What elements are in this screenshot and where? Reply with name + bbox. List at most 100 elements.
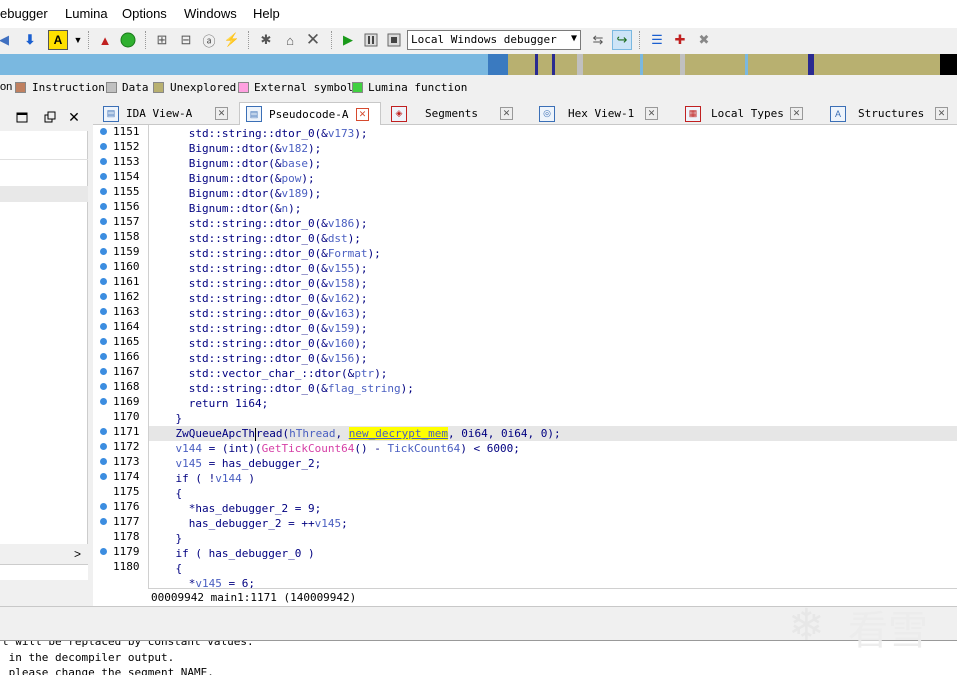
restore-icon[interactable] xyxy=(40,107,60,127)
tab-close-icon[interactable]: ✕ xyxy=(645,107,658,120)
breakpoint-dot-icon[interactable] xyxy=(100,428,107,435)
breakpoint-dot-icon[interactable] xyxy=(100,323,107,330)
tab-structures[interactable]: A Structures ✕ xyxy=(824,102,957,125)
code-icon[interactable]: ⊞ xyxy=(152,30,172,50)
breakpoint-dot-icon[interactable] xyxy=(100,218,107,225)
debugger-select[interactable]: Local Windows debugger ▼ xyxy=(407,30,581,50)
code-line[interactable]: *v145 = 6; xyxy=(149,576,957,588)
dropdown-arrow-icon[interactable]: ▼ xyxy=(68,30,88,50)
code-line[interactable]: } xyxy=(149,531,957,546)
breakpoint-dot-icon[interactable] xyxy=(100,233,107,240)
code-line[interactable]: std::string::dtor_0(&v155); xyxy=(149,261,957,276)
breakpoint-dot-icon[interactable] xyxy=(100,128,107,135)
close-icon[interactable]: ✕ xyxy=(64,107,84,127)
breakpoint-dot-icon[interactable] xyxy=(100,368,107,375)
code-line[interactable]: std::string::dtor_0(&v158); xyxy=(149,276,957,291)
pseudocode-view[interactable]: std::string::dtor_0(&v173); Bignum::dtor… xyxy=(148,125,957,588)
undefine-x-icon[interactable]: ✕ xyxy=(303,30,323,50)
add-breakpoint-icon[interactable]: ✚ xyxy=(670,30,690,50)
code-line[interactable]: return 1i64; xyxy=(149,396,957,411)
code-line[interactable]: Bignum::dtor(&n); xyxy=(149,201,957,216)
breakpoint-list-icon[interactable]: ☰ xyxy=(647,30,667,50)
menu-options[interactable]: Options xyxy=(122,6,167,21)
navigation-band[interactable] xyxy=(0,54,957,75)
code-line[interactable]: has_debugger_2 = ++v145; xyxy=(149,516,957,531)
tab-pseudocode-a[interactable]: ▤ Pseudocode-A ✕ xyxy=(239,102,381,125)
delete-breakpoint-icon[interactable]: ✖ xyxy=(694,30,714,50)
minimize-icon[interactable] xyxy=(12,107,32,127)
ascii-icon[interactable]: ⓐ xyxy=(199,30,219,50)
menu-windows[interactable]: Windows xyxy=(184,6,237,21)
ascii-string-icon[interactable]: A xyxy=(48,30,68,50)
menu-debugger[interactable]: ebugger xyxy=(0,6,48,21)
breakpoint-dot-icon[interactable] xyxy=(100,353,107,360)
code-line[interactable]: std::string::dtor_0(&v173); xyxy=(149,126,957,141)
code-line[interactable]: Bignum::dtor(&v189); xyxy=(149,186,957,201)
breakpoint-dot-icon[interactable] xyxy=(100,173,107,180)
start-debug-icon[interactable]: ▶ xyxy=(338,30,358,50)
breakpoint-dot-icon[interactable] xyxy=(100,248,107,255)
tab-close-icon[interactable]: ✕ xyxy=(215,107,228,120)
breakpoint-dot-icon[interactable] xyxy=(100,518,107,525)
breakpoint-dot-icon[interactable] xyxy=(100,473,107,480)
code-line-current[interactable]: ZwQueueApcThread(hThread, new_decrypt_me… xyxy=(149,426,957,441)
code-line[interactable]: std::string::dtor_0(&v159); xyxy=(149,321,957,336)
tab-close-icon[interactable]: ✕ xyxy=(356,108,369,121)
functions-list[interactable] xyxy=(0,131,88,544)
tab-close-icon[interactable]: ✕ xyxy=(935,107,948,120)
code-line[interactable]: std::string::dtor_0(&v186); xyxy=(149,216,957,231)
jump-down-icon[interactable]: ⬇ xyxy=(20,30,40,50)
code-line[interactable]: std::string::dtor_0(&dst); xyxy=(149,231,957,246)
tab-close-icon[interactable]: ✕ xyxy=(500,107,513,120)
tab-hex-view-1[interactable]: ◎ Hex View-1 ✕ xyxy=(533,102,675,125)
breakpoint-dot-icon[interactable] xyxy=(100,443,107,450)
tab-ida-view-a[interactable]: ▤ IDA View-A ✕ xyxy=(97,102,239,125)
code-line[interactable]: Bignum::dtor(&pow); xyxy=(149,171,957,186)
breakpoint-dot-icon[interactable] xyxy=(100,188,107,195)
breakpoint-dot-icon[interactable] xyxy=(100,158,107,165)
breakpoint-dot-icon[interactable] xyxy=(100,203,107,210)
breakpoint-dot-icon[interactable] xyxy=(100,458,107,465)
code-line[interactable]: v144 = (int)(GetTickCount64() - TickCoun… xyxy=(149,441,957,456)
scroll-right-button[interactable]: > xyxy=(74,547,81,561)
code-line[interactable]: { xyxy=(149,486,957,501)
breakpoint-dot-icon[interactable] xyxy=(100,338,107,345)
offset-icon[interactable]: ⚡ xyxy=(222,30,242,50)
breakpoint-dot-icon[interactable] xyxy=(100,383,107,390)
warning-icon[interactable]: ▲ xyxy=(95,30,115,50)
code-line[interactable]: std::vector_char_::dtor(&ptr); xyxy=(149,366,957,381)
code-line[interactable]: { xyxy=(149,561,957,576)
code-line[interactable]: if ( !v144 ) xyxy=(149,471,957,486)
breakpoint-dot-icon[interactable] xyxy=(100,278,107,285)
code-line[interactable]: v145 = has_debugger_2; xyxy=(149,456,957,471)
attach-process-icon[interactable]: ⇆ xyxy=(588,30,608,50)
tab-close-icon[interactable]: ✕ xyxy=(790,107,803,120)
list-item-selected[interactable] xyxy=(0,186,88,202)
breakpoint-dot-icon[interactable] xyxy=(100,263,107,270)
tab-segments[interactable]: ◈ Segments ✕ xyxy=(385,102,527,125)
data-icon[interactable]: ⊟ xyxy=(176,30,196,50)
code-line[interactable]: std::string::dtor_0(&v160); xyxy=(149,336,957,351)
breakpoint-dot-icon[interactable] xyxy=(100,398,107,405)
breakpoint-dot-icon[interactable] xyxy=(100,293,107,300)
struct-icon[interactable]: ✱ xyxy=(256,30,276,50)
back-arrow-icon[interactable]: ◀ xyxy=(0,30,14,50)
menu-help[interactable]: Help xyxy=(253,6,280,21)
function-icon[interactable]: ⌂ xyxy=(280,30,300,50)
code-line[interactable]: Bignum::dtor(&base); xyxy=(149,156,957,171)
code-line[interactable]: std::string::dtor_0(&v156); xyxy=(149,351,957,366)
code-line[interactable]: *has_debugger_2 = 9; xyxy=(149,501,957,516)
code-line[interactable]: if ( has_debugger_0 ) xyxy=(149,546,957,561)
code-line[interactable]: Bignum::dtor(&v182); xyxy=(149,141,957,156)
breakpoint-dot-icon[interactable] xyxy=(100,503,107,510)
code-line[interactable]: } xyxy=(149,411,957,426)
breakpoint-dot-icon[interactable] xyxy=(100,548,107,555)
stop-icon[interactable] xyxy=(384,30,404,50)
code-line[interactable]: std::string::dtor_0(&v162); xyxy=(149,291,957,306)
pause-icon[interactable] xyxy=(361,30,381,50)
breakpoint-dot-icon[interactable] xyxy=(100,143,107,150)
code-line[interactable]: std::string::dtor_0(&Format); xyxy=(149,246,957,261)
run-green-circle-icon[interactable] xyxy=(118,30,138,50)
step-into-icon[interactable]: ↪ xyxy=(612,30,632,50)
code-line[interactable]: std::string::dtor_0(&flag_string); xyxy=(149,381,957,396)
